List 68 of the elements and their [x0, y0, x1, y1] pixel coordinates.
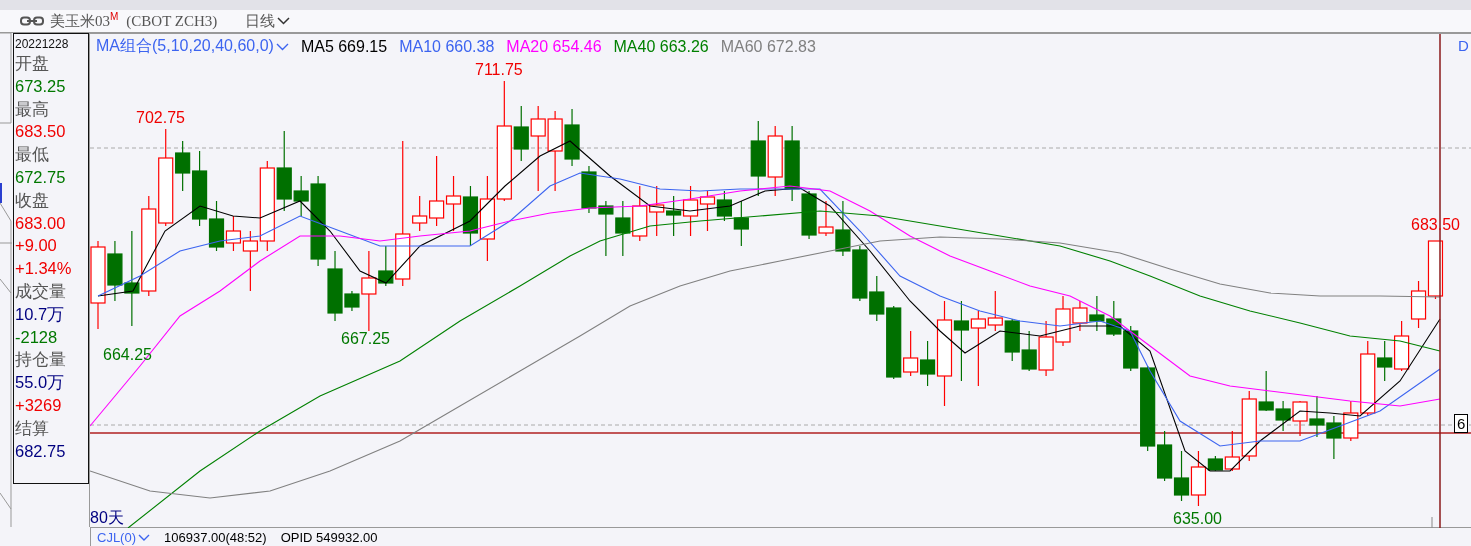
candlestick	[649, 185, 665, 237]
candlestick	[1394, 320, 1410, 372]
candlestick	[852, 245, 868, 302]
contract-name: 美玉米03$^{M}$	[50, 11, 119, 31]
price-marker-label: 667.25	[341, 330, 390, 348]
ma-value-label: MA5 669.15	[300, 37, 388, 56]
candlestick	[1089, 295, 1105, 332]
chevron-icon	[275, 42, 289, 51]
field-value: -2128	[15, 326, 59, 348]
field-label: 持仓量	[15, 349, 67, 371]
candlestick	[1004, 318, 1020, 362]
candlestick	[1173, 450, 1190, 502]
candlestick	[615, 200, 631, 257]
price-marker-label: 711.75	[475, 61, 523, 79]
link-icon[interactable]	[20, 16, 44, 26]
field-value: 683.00	[15, 212, 67, 234]
ma-combo-dropdown[interactable]: MA组合(5,10,20,40,60,0)	[96, 36, 289, 57]
indicator-value: OPID 549932.00	[280, 529, 378, 545]
axis-edge-label: 6	[1454, 414, 1469, 433]
candlestick	[462, 185, 479, 247]
chevron-icon	[138, 533, 150, 541]
date-label: 20221228	[15, 36, 70, 52]
candlestick	[1038, 320, 1054, 377]
field-value: 10.7万	[15, 303, 66, 325]
period-span-label: 80天	[90, 508, 124, 528]
candlestick	[1292, 400, 1308, 437]
field-value: 673.25	[15, 75, 67, 97]
candlestick	[632, 185, 648, 242]
candlestick	[564, 108, 580, 167]
field-label: 最高	[15, 98, 50, 120]
period-dropdown[interactable]: 日线	[245, 11, 291, 31]
field-value: +1.34%	[15, 258, 73, 280]
ma-value-label: MA20 654.46	[506, 37, 602, 56]
candlestick	[581, 165, 597, 214]
candlestick	[598, 200, 614, 257]
candlestick	[682, 185, 699, 237]
candlestick	[1021, 330, 1037, 372]
field-value: +3269	[15, 394, 63, 416]
field-label: 结算	[15, 417, 50, 439]
candlestick	[445, 175, 462, 232]
candlestick	[1410, 280, 1427, 329]
price-marker-label: 635.00	[1173, 510, 1222, 528]
candlestick	[767, 125, 783, 197]
field-label: 收盘	[15, 189, 50, 211]
field-value: 682.75	[15, 440, 67, 462]
indicator-dropdown[interactable]: CJL(0)	[97, 529, 150, 545]
field-label: 成交量	[15, 280, 67, 302]
candlestick	[1275, 400, 1291, 432]
indicator-value: 106937.00(48:52)	[164, 529, 267, 545]
ma-value-label: MA40 663.26	[613, 37, 709, 56]
field-label: 最低	[15, 144, 50, 166]
axis-edge-label: D	[1458, 37, 1469, 54]
contract-code: (CBOT ZCH3)	[126, 12, 218, 30]
field-value: +9.00	[15, 235, 58, 257]
field-value: 683.50	[15, 121, 67, 143]
candlestick	[666, 195, 682, 237]
field-value: 55.0万	[15, 372, 66, 394]
candlestick	[1309, 395, 1325, 438]
candlestick	[1106, 300, 1122, 337]
field-label: 开盘	[15, 53, 50, 74]
price-marker-label: 702.75	[136, 109, 185, 127]
tick-mark	[1431, 516, 1433, 528]
candlestick	[699, 190, 716, 232]
chevron-icon	[277, 17, 291, 25]
ma-value-label: MA60 672.83	[720, 37, 816, 56]
candlestick	[1326, 415, 1342, 460]
field-value: 672.75	[15, 167, 67, 188]
ma-value-label: MA10 660.38	[399, 37, 495, 56]
